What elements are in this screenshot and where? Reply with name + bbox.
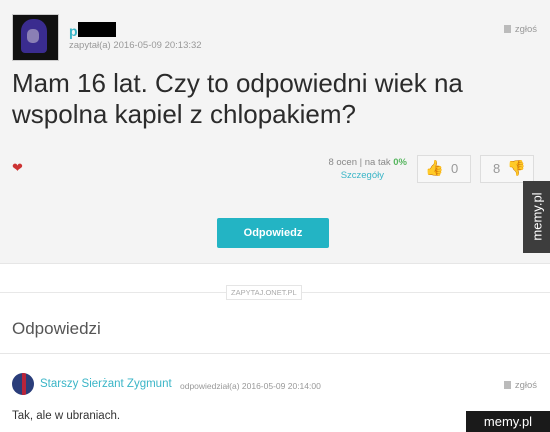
question-title: Mam 16 lat. Czy to odpowiedni wiek na ws… (12, 68, 463, 129)
report-answer-button[interactable]: zgłoś (503, 380, 537, 391)
votes-percent: 0% (393, 157, 407, 168)
avatar-stripe (22, 373, 26, 395)
username-redaction (78, 22, 116, 37)
thumbs-up-icon: 👍 (425, 160, 444, 177)
divider-label: ZAPYTAJ.ONET.PL (226, 285, 302, 300)
answers-heading: Odpowiedzi (12, 319, 101, 338)
side-watermark-text: memy.pl (529, 192, 545, 241)
vote-down-button[interactable]: 8 👎 (480, 155, 534, 183)
asker-avatar[interactable] (12, 14, 59, 61)
vote-up-button[interactable]: 👍 0 (417, 155, 471, 183)
report-question-button[interactable]: zgłoś (503, 24, 537, 35)
answerer-avatar[interactable] (12, 373, 34, 395)
flag-icon (503, 25, 511, 33)
asked-timestamp: zapytał(a) 2016-05-09 20:13:32 (69, 40, 202, 51)
votes-text: 8 ocen | na tak (328, 157, 394, 168)
avatar-face (27, 29, 39, 43)
side-watermark: memy.pl (523, 181, 550, 253)
details-link[interactable]: Szczegóły (300, 170, 384, 181)
report-label: zgłoś (514, 380, 537, 391)
flag-icon (503, 381, 511, 389)
answer-timestamp: odpowiedział(a) 2016-05-09 20:14:00 (180, 381, 321, 391)
report-label: zgłoś (514, 24, 537, 35)
vote-summary: 8 ocen | na tak 0% (300, 157, 407, 168)
answer-button[interactable]: Odpowiedz (217, 218, 329, 248)
answers-separator (0, 353, 550, 354)
thumbs-down-icon: 👎 (507, 160, 526, 177)
vote-down-count: 8 (493, 161, 501, 176)
heart-icon[interactable]: ❤ (12, 160, 23, 176)
answer-author[interactable]: Starszy Sierżant Zygmunt (40, 378, 172, 390)
answer-text: Tak, ale w ubraniach. (12, 410, 121, 422)
vote-up-count: 0 (451, 161, 459, 176)
question-panel: p ta zapytał(a) 2016-05-09 20:13:32 zgło… (0, 0, 550, 264)
corner-watermark: memy.pl (466, 411, 550, 432)
site-divider: ZAPYTAJ.ONET.PL (0, 285, 550, 300)
